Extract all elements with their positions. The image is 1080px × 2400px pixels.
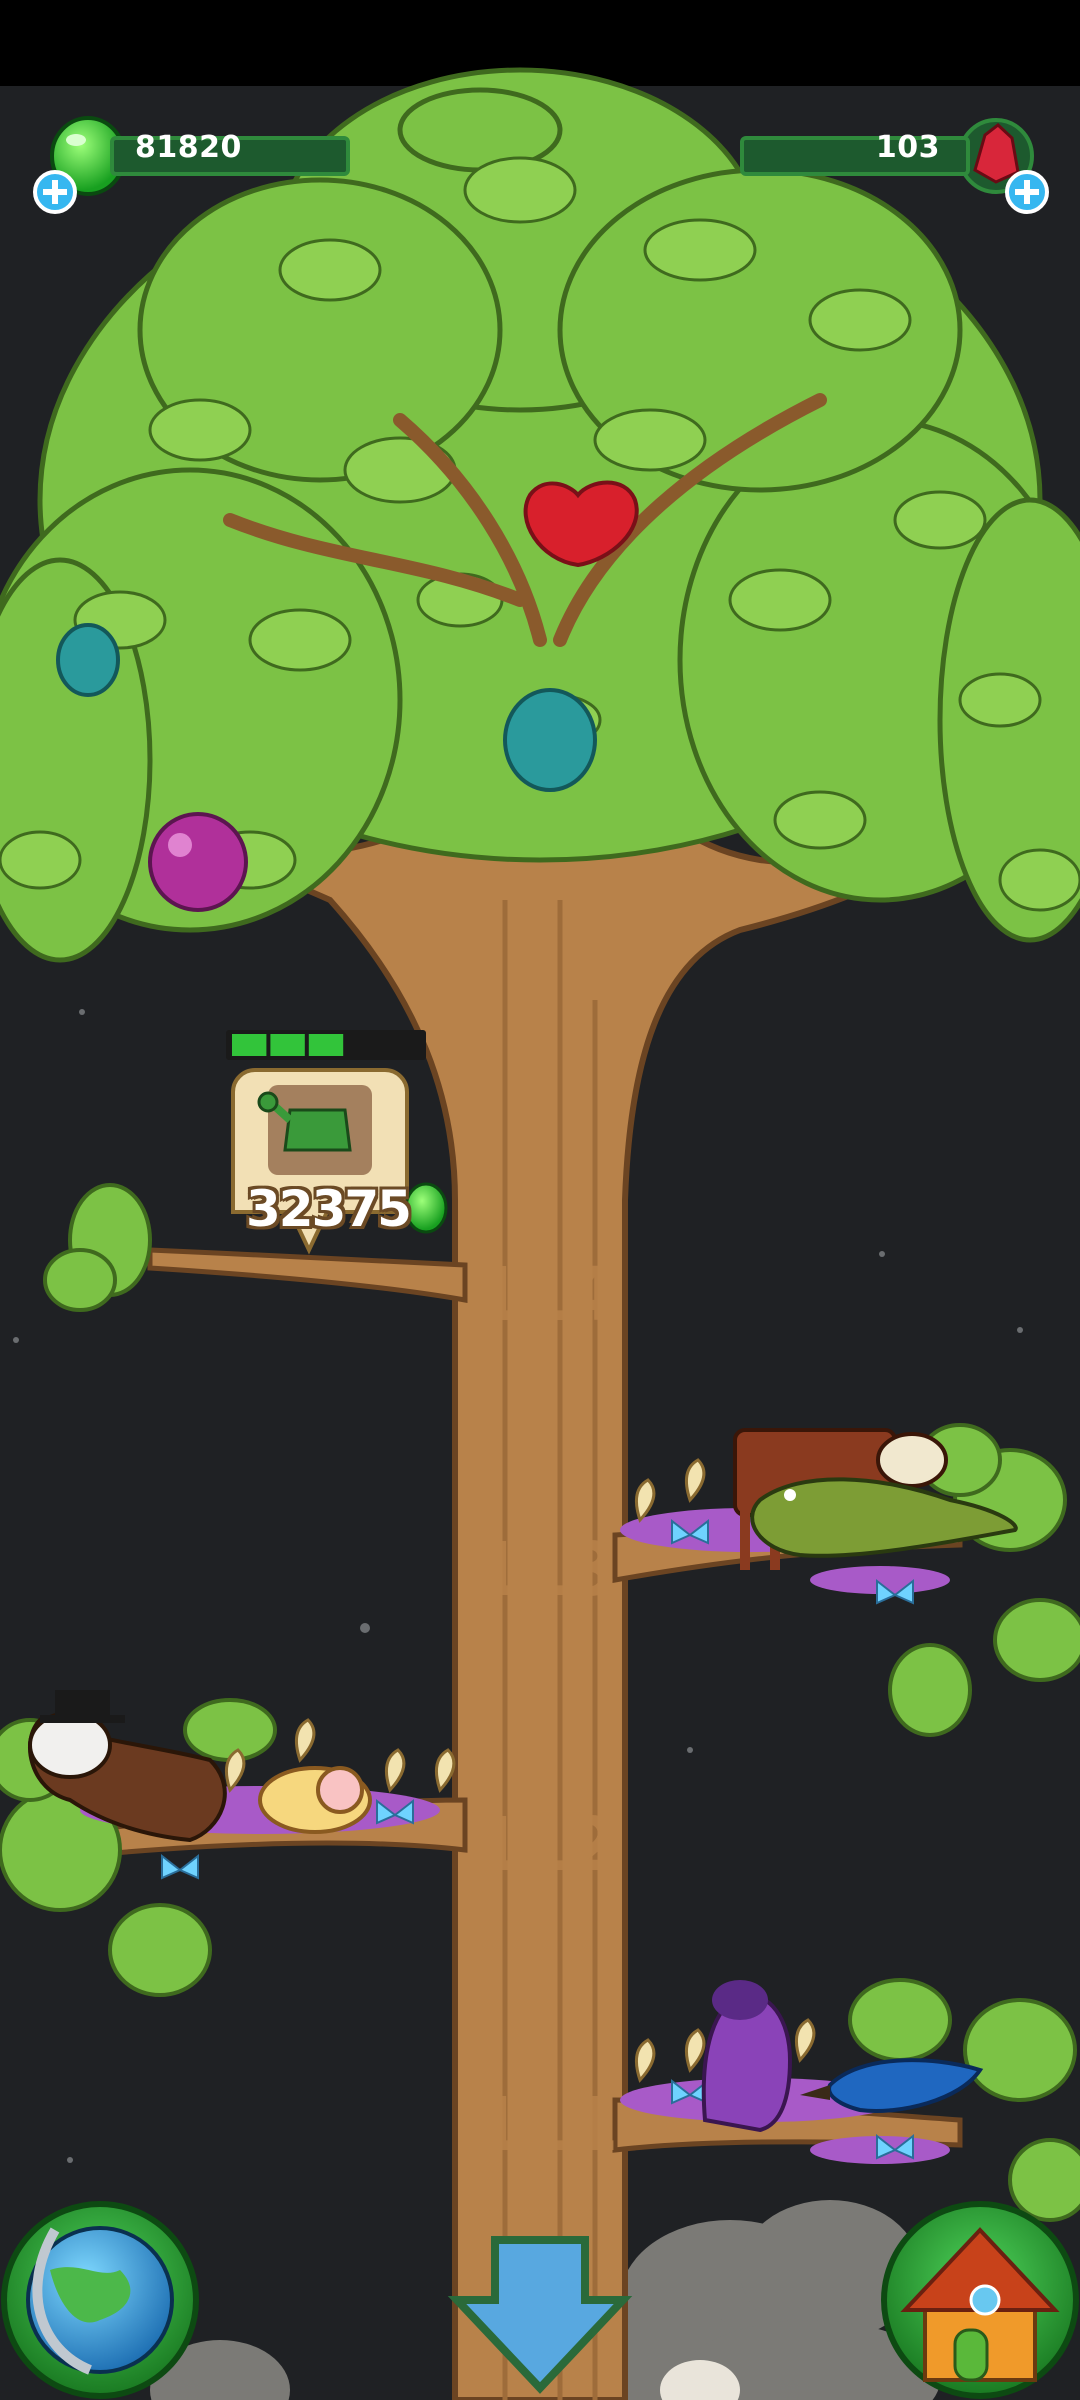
floor-label-111: 111 [472, 2082, 618, 2168]
progress-segment [347, 1034, 382, 1056]
gems-counter: 103 [740, 128, 990, 184]
game-screen: 81820 103 32375 114 113 112 111 [0, 0, 1080, 2400]
water-progress-bar [226, 1030, 426, 1060]
add-seeds-button[interactable] [32, 170, 78, 216]
home-button[interactable] [880, 2202, 1076, 2398]
progress-segment [232, 1034, 267, 1056]
progress-segment [385, 1034, 420, 1056]
scroll-down-button[interactable] [470, 2230, 610, 2400]
globe-button[interactable] [4, 2202, 200, 2398]
progress-segment [270, 1034, 305, 1056]
add-gems-button[interactable] [1004, 170, 1050, 216]
floor-111-animals[interactable] [620, 1980, 1000, 2150]
floor-label-114: 114 [472, 1252, 618, 1338]
gems-value: 103 [875, 130, 940, 165]
seeds-value: 81820 [135, 130, 242, 165]
floor-label-113: 113 [472, 1527, 618, 1613]
floor-113-animals[interactable] [620, 1420, 1060, 1590]
seeds-counter: 81820 [70, 128, 350, 184]
floor-112-animals[interactable] [10, 1690, 460, 1860]
water-amount: 32375 [246, 1180, 412, 1238]
floor-label-112: 112 [472, 1802, 618, 1888]
progress-segment [308, 1034, 344, 1056]
